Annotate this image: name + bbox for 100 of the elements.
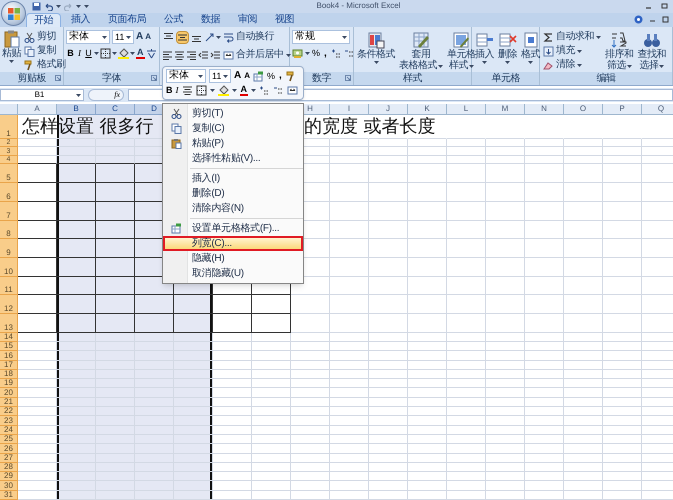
font-color-button[interactable]: A [136, 48, 144, 60]
menu-item[interactable]: 插入(I) [163, 171, 303, 186]
row-header[interactable]: 20 [0, 388, 18, 398]
insert-function-button[interactable]: fx [88, 89, 124, 102]
ribbon-tab[interactable]: 页面布局 [100, 13, 154, 28]
shrink-font-button[interactable]: A [244, 72, 250, 80]
caret-icon [76, 94, 81, 97]
editing-button[interactable]: 排序和 筛选 [604, 30, 634, 72]
cut-button[interactable]: 剪切 [23, 30, 66, 44]
menu-item[interactable]: 隐藏(H) [163, 251, 303, 266]
four-squares-logo-icon [8, 8, 20, 20]
fill-color-icon [118, 48, 129, 60]
fill-button[interactable]: 填充 [542, 44, 602, 58]
font-name-field[interactable]: 宋体 [66, 30, 110, 44]
italic-button[interactable]: I [76, 49, 83, 58]
group-label: 字体 [102, 74, 121, 84]
column-header[interactable]: K [408, 104, 447, 115]
row-header[interactable]: 22 [0, 407, 18, 416]
caret-icon [9, 60, 14, 64]
column-header[interactable]: A [18, 104, 57, 115]
comma-button[interactable]: , [278, 71, 283, 81]
ribbon-tab[interactable]: 公式 [156, 13, 191, 28]
menu-item[interactable]: 删除(D) [163, 186, 303, 201]
vertical-align-button[interactable] [176, 30, 189, 44]
shrink-font-button[interactable]: A [145, 33, 152, 42]
ribbon-tab[interactable]: 开始 [26, 13, 61, 28]
row-header[interactable]: 29 [0, 472, 18, 482]
row-header[interactable]: 12 [0, 295, 18, 314]
column-header[interactable]: P [603, 104, 642, 115]
undo-icon[interactable] [44, 2, 53, 11]
column-header[interactable]: C [96, 104, 135, 115]
bold-button[interactable]: B [66, 49, 75, 58]
row-header[interactable]: 8 [0, 220, 18, 240]
cells-button[interactable]: 插入 [474, 30, 495, 64]
clear-button[interactable]: 清除 [542, 58, 602, 72]
row-header[interactable]: 7 [0, 202, 18, 221]
autosum-button[interactable]: 自动求和 [542, 30, 602, 44]
binoculars-icon [642, 31, 661, 50]
column-header[interactable]: M [486, 104, 525, 115]
grow-font-button[interactable]: A [234, 71, 242, 81]
cells-button[interactable]: 格式 [520, 30, 541, 64]
format-painter-button[interactable]: 格式刷 [23, 58, 66, 72]
style-button[interactable]: 单元格 样式 [446, 30, 476, 72]
caret-icon [130, 52, 135, 56]
number-format-field[interactable]: 常规 [292, 30, 350, 44]
editing-button[interactable]: 查找和 选择 [636, 30, 667, 72]
ribbon-tab[interactable]: 插入 [63, 13, 98, 28]
caret-icon [286, 54, 290, 57]
help-icon[interactable] [634, 15, 643, 24]
align-center-icon [182, 85, 192, 96]
percent-button[interactable]: % [267, 72, 276, 80]
name-box[interactable]: B1 [0, 89, 84, 102]
menu-item[interactable]: 列宽(C)... [163, 236, 303, 251]
comma-button[interactable]: , [322, 48, 329, 59]
font-size-field[interactable]: 11 [112, 30, 134, 44]
menu-item[interactable]: 复制(C) [163, 121, 303, 136]
row-header[interactable]: 26 [0, 444, 18, 454]
row-header[interactable]: 11 [0, 276, 18, 296]
font-size-field[interactable]: 11 [209, 69, 231, 83]
menu-item[interactable]: 取消隐藏(U) [163, 266, 303, 281]
column-header[interactable]: I [330, 104, 369, 115]
bold-button[interactable]: B [166, 86, 172, 95]
row-header[interactable]: 19 [0, 379, 18, 388]
row-header[interactable]: 10 [0, 258, 18, 277]
align-center-icon [174, 50, 185, 61]
style-button[interactable]: 套用 表格格式 [398, 30, 444, 72]
menu-item[interactable]: 选择性粘贴(V)... [163, 151, 303, 166]
font-color-button[interactable]: A [240, 85, 248, 96]
ribbon-tab[interactable]: 数据 [193, 13, 228, 28]
copy-button[interactable]: 复制 [23, 44, 66, 58]
column-header[interactable]: Q [642, 104, 673, 115]
ribbon-tab[interactable]: 审阅 [230, 13, 265, 28]
column-header[interactable]: O [564, 104, 603, 115]
wrap-text-button[interactable]: 自动换行 [222, 30, 275, 44]
font-name-field[interactable]: 宋体 [166, 69, 206, 83]
grow-font-button[interactable]: A [136, 32, 144, 42]
row-header[interactable]: 30 [0, 481, 18, 491]
italic-button[interactable]: I [176, 86, 178, 95]
merge-center-button[interactable]: 合并后居中 [222, 48, 292, 62]
row-header[interactable]: 23 [0, 416, 18, 426]
menu-item[interactable]: 设置单元格格式(F)... [163, 221, 303, 236]
column-header[interactable]: N [525, 104, 564, 115]
row-header[interactable]: 13 [0, 314, 18, 333]
percent-button[interactable]: % [312, 49, 320, 58]
menu-item[interactable]: 粘贴(P) [163, 136, 303, 151]
row-header[interactable]: 6 [0, 183, 18, 202]
cells-button[interactable]: 删除 [497, 30, 518, 64]
column-header[interactable]: B [57, 104, 96, 115]
paste-button[interactable]: 粘贴 [2, 30, 21, 64]
underline-button[interactable]: U [84, 49, 93, 58]
row-header[interactable]: 1 [0, 114, 18, 139]
save-icon[interactable] [32, 2, 41, 11]
column-header[interactable]: J [369, 104, 408, 115]
ribbon-tab[interactable]: 视图 [267, 13, 302, 28]
row-header[interactable]: 5 [0, 164, 18, 184]
row-header[interactable]: 16 [0, 351, 18, 361]
column-header[interactable]: L [447, 104, 486, 115]
menu-item[interactable]: 清除内容(N) [163, 201, 303, 216]
row-header[interactable]: 9 [0, 239, 18, 258]
style-button[interactable]: 条件格式 [356, 30, 396, 64]
